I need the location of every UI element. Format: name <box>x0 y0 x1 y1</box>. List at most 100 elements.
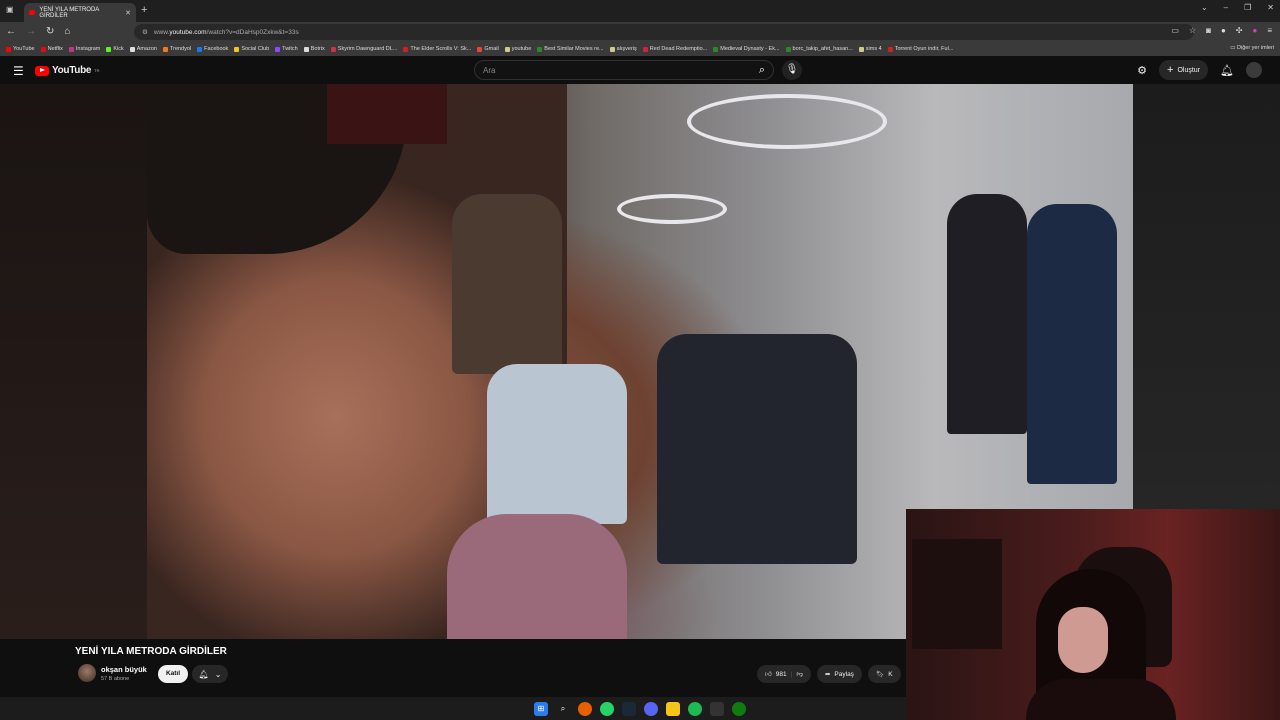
video-pink-collar <box>447 514 627 639</box>
bookmark-item[interactable]: Gmail <box>477 46 499 52</box>
bookmark-label: Botrix <box>310 46 325 52</box>
xbox-icon[interactable] <box>732 702 746 716</box>
browser-tab-strip: ▣ YENİ YILA METRODA GİRDİLER ✕ + ⌄ – ❐ ✕ <box>0 0 1280 22</box>
close-tab-icon[interactable]: ✕ <box>125 9 131 17</box>
ambient-left <box>0 84 147 639</box>
like-button[interactable]: 👍︎ 981 | 👎︎ <box>757 665 811 683</box>
cast-icon[interactable]: ▭ <box>1171 26 1179 35</box>
create-button[interactable]: + Oluştur <box>1159 60 1209 80</box>
subscribe-bell-button[interactable]: 🔔︎ ⌄ <box>192 665 228 683</box>
bookmark-item[interactable]: The Elder Scrolls V: Sk... <box>403 46 471 52</box>
whatsapp-icon[interactable] <box>600 702 614 716</box>
extension-icon[interactable]: ● <box>1221 26 1226 35</box>
bookmark-item[interactable]: Facebook <box>197 46 228 52</box>
hamburger-menu-icon[interactable]: ☰ <box>13 64 24 78</box>
bookmark-item[interactable]: Social Club <box>234 46 269 52</box>
firefox-icon[interactable] <box>578 702 592 716</box>
windows-start-icon[interactable]: ⊞ <box>534 702 548 716</box>
bookmark-item[interactable]: Best Similar Movies re... <box>537 46 604 52</box>
video-jacket-brown <box>452 194 562 374</box>
bookmark-item[interactable]: Amazon <box>129 46 157 52</box>
bookmark-item[interactable]: Medieval Dynasty - Ek... <box>713 46 780 52</box>
save-label: K <box>888 670 893 678</box>
bookmark-item[interactable]: Skyrim Dawnguard DL... <box>330 46 397 52</box>
bookmark-favicon-icon <box>713 46 719 52</box>
back-icon[interactable]: ← <box>6 26 16 37</box>
cast-icon[interactable]: ⚙ <box>1137 64 1147 77</box>
bookmark-label: Twitch <box>282 46 298 52</box>
folder-icon: ▭ <box>1230 45 1238 51</box>
channel-avatar[interactable] <box>78 664 96 682</box>
bookmark-item[interactable]: Red Dead Redemptio... <box>642 46 707 52</box>
home-icon[interactable]: ⌂ <box>64 26 70 37</box>
address-bar[interactable]: ⚙ www.youtube.com/watch?v=dDaHsp0Zxkw&t=… <box>134 24 1194 40</box>
webcam-person-body <box>1026 679 1176 720</box>
thumbs-down-icon[interactable]: 👎︎ <box>796 670 803 678</box>
site-info-icon[interactable]: ⚙ <box>142 28 148 36</box>
bookmark-favicon-icon <box>162 46 168 52</box>
epic-games-icon[interactable] <box>710 702 724 716</box>
save-button[interactable]: 🔖︎ K <box>867 665 901 683</box>
screenshot-icon[interactable]: ◙ <box>1206 26 1211 35</box>
bookmark-item[interactable]: Botrix <box>303 46 325 52</box>
video-store-sign <box>327 84 447 144</box>
search-box: ⌕ <box>474 60 774 80</box>
youtube-favicon-icon <box>29 10 36 15</box>
bookmark-item[interactable]: Instagram <box>68 46 100 52</box>
other-bookmarks[interactable]: ▭ Diğer yer imleri <box>1230 45 1274 51</box>
bookmark-label: The Elder Scrolls V: Sk... <box>410 46 472 52</box>
minimize-icon[interactable]: – <box>1224 3 1228 12</box>
bookmark-favicon-icon <box>6 46 11 52</box>
spotify-icon[interactable] <box>688 702 702 716</box>
close-window-icon[interactable]: ✕ <box>1267 3 1274 12</box>
taskbar-search-icon[interactable]: ⌕ <box>556 702 570 716</box>
bookmark-item[interactable]: Twitch <box>275 46 298 52</box>
bookmark-label: Amazon <box>136 46 157 52</box>
bookmark-item[interactable]: YouTube <box>6 46 35 52</box>
profile-icon[interactable]: ● <box>1252 26 1257 35</box>
bookmark-favicon-icon <box>858 46 864 52</box>
bookmark-item[interactable]: Kick <box>106 46 124 52</box>
youtube-logo[interactable]: YouTube TR <box>35 65 100 76</box>
share-button[interactable]: ➦ Paylaş <box>816 665 862 683</box>
divider: | <box>790 670 793 678</box>
tab-actions-icon[interactable]: ▣ <box>6 5 14 14</box>
like-count: 981 <box>775 670 787 678</box>
bookmark-item[interactable]: sims 4 <box>858 46 882 52</box>
channel-name[interactable]: okşan büyük <box>101 665 147 674</box>
bookmark-star-icon[interactable]: ☆ <box>1189 26 1196 35</box>
bookmark-label: YouTube <box>13 46 35 52</box>
steam-icon[interactable] <box>622 702 636 716</box>
search-input[interactable] <box>483 66 723 75</box>
maximize-icon[interactable]: ❐ <box>1244 3 1251 12</box>
user-avatar[interactable] <box>1246 62 1262 78</box>
video-bg-person <box>947 194 1027 434</box>
tab-title: YENİ YILA METRODA GİRDİLER <box>39 6 99 19</box>
discord-icon[interactable] <box>644 702 658 716</box>
bookmark-item[interactable]: Netflix <box>40 46 63 52</box>
bookmark-item[interactable]: alışveriş <box>609 46 637 52</box>
thumbs-up-icon: 👍︎ <box>765 671 772 678</box>
bookmark-item[interactable]: youtube <box>504 46 531 52</box>
tab-search-icon[interactable]: ⌄ <box>1201 3 1208 12</box>
voice-search-icon[interactable]: 🎙 <box>782 60 802 80</box>
join-button[interactable]: Katıl <box>158 665 188 683</box>
bookmark-label: alışveriş <box>616 46 637 52</box>
new-tab-icon[interactable]: + <box>141 4 147 16</box>
video-sweater <box>487 364 627 524</box>
bookmark-label: borc_takip_afet_hasan... <box>792 46 853 52</box>
search-icon[interactable]: ⌕ <box>759 64 765 77</box>
forward-icon[interactable]: → <box>26 26 36 37</box>
notifications-bell-icon[interactable]: 🔔︎ <box>1220 64 1234 77</box>
file-explorer-icon[interactable] <box>666 702 680 716</box>
browser-tab-active[interactable]: YENİ YILA METRODA GİRDİLER ✕ <box>24 3 136 22</box>
bookmark-item[interactable]: borc_takip_afet_hasan... <box>785 46 853 52</box>
bookmark-label: Trendyol <box>169 46 192 52</box>
browser-menu-icon[interactable]: ≡ <box>1267 26 1272 35</box>
windows-taskbar: ⊞ ⌕ <box>0 697 906 720</box>
puzzle-icon[interactable]: ✣ <box>1236 26 1243 35</box>
reload-icon[interactable]: ↻ <box>46 26 54 37</box>
webcam-background-shelf <box>912 539 1002 649</box>
bookmark-item[interactable]: Trendyol <box>162 46 192 52</box>
bookmark-item[interactable]: Torrent Oyun indir, Ful... <box>887 46 953 52</box>
